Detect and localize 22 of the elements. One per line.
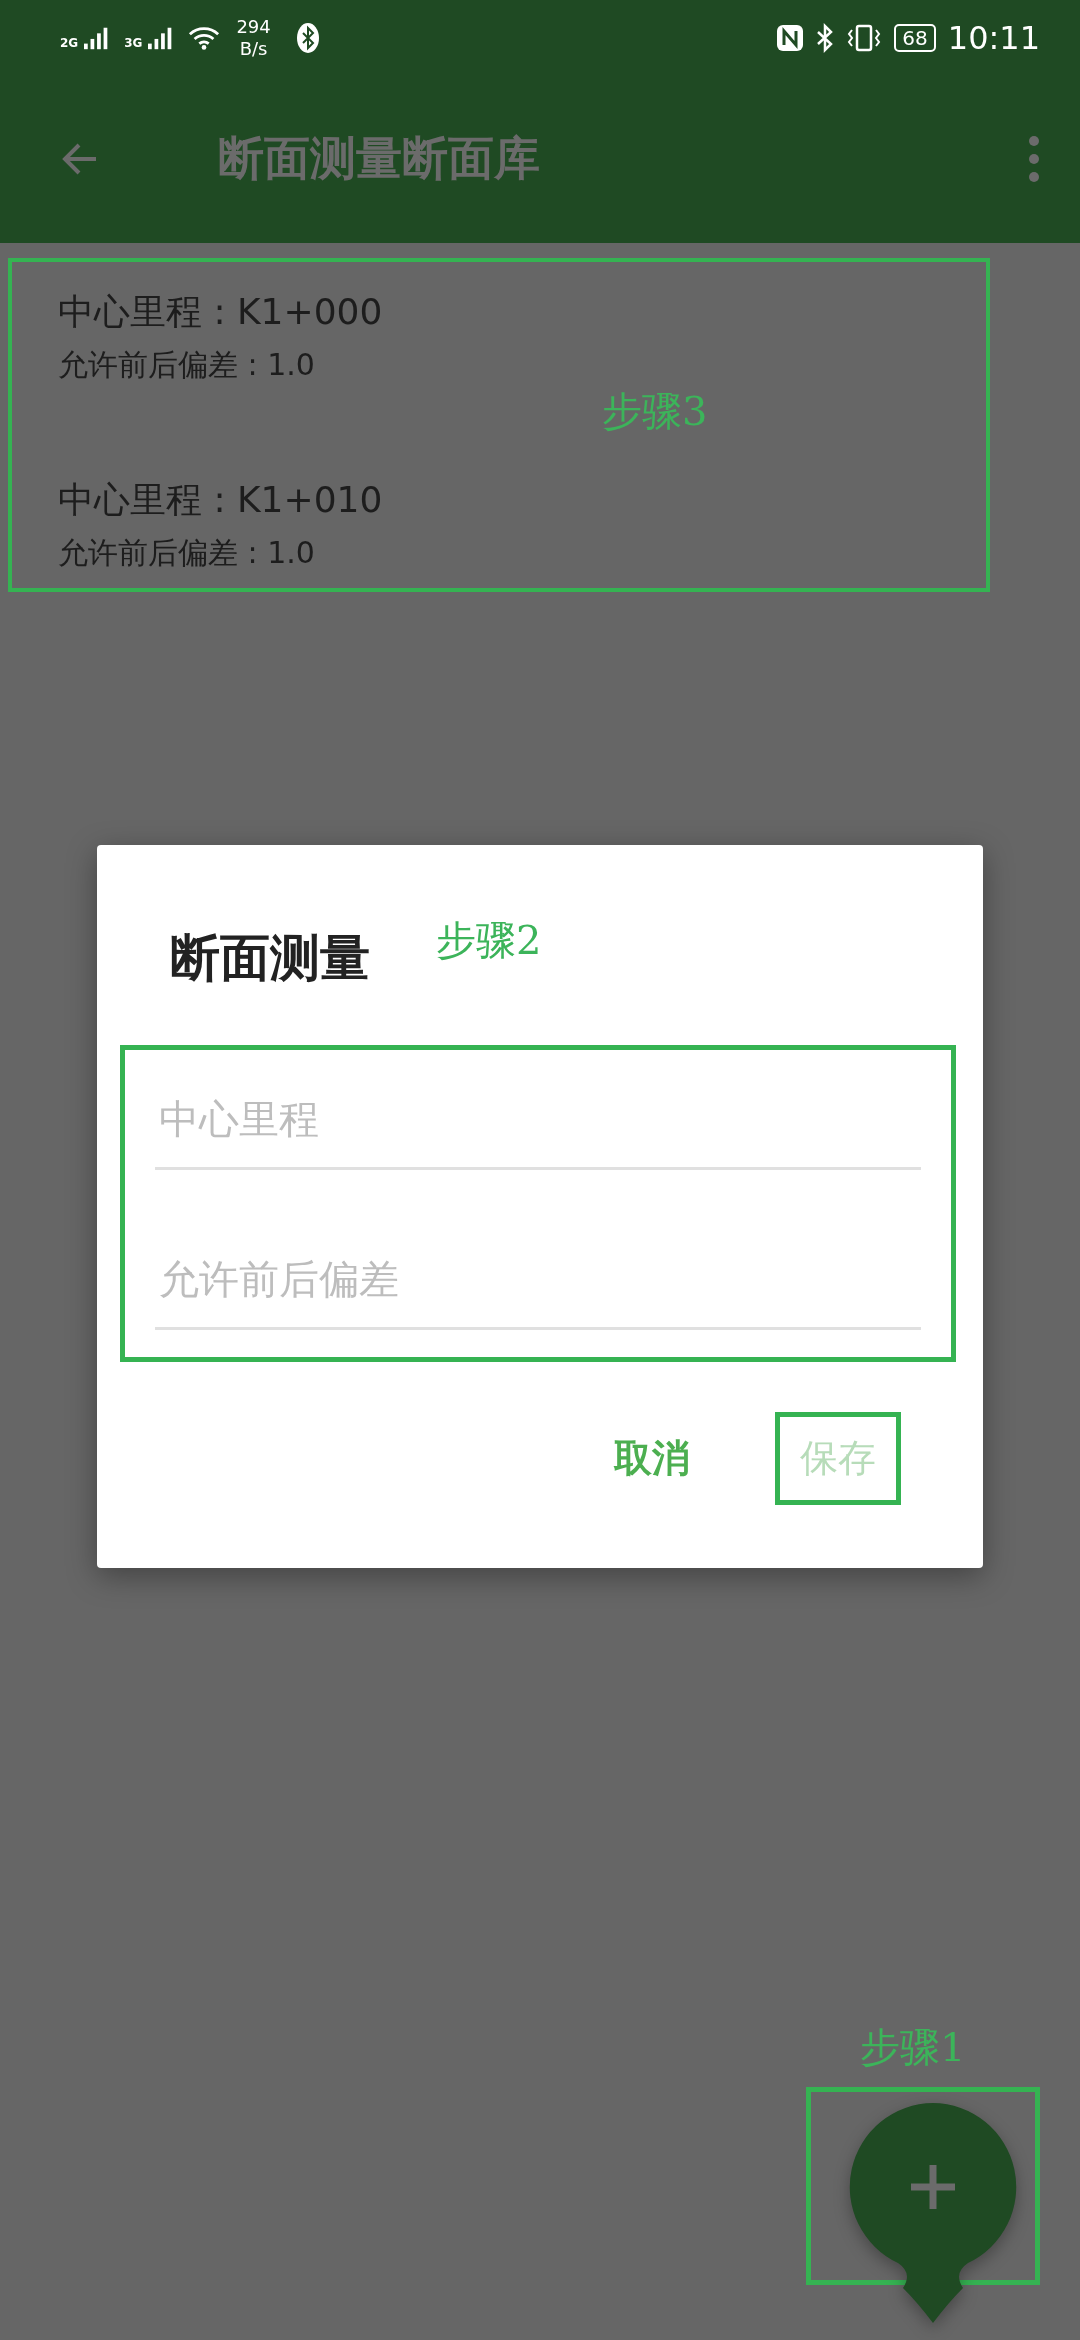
step-annotation: 步骤1 <box>860 2023 966 2072</box>
tolerance-text: 允许前后偏差 : 1.0 <box>58 534 316 572</box>
center-mileage[interactable]: 中心里程 : K1+000 <box>58 288 986 337</box>
network-type: 2G <box>60 35 79 50</box>
center-mileage[interactable]: 中心里程 : K1+010 <box>58 476 986 525</box>
battery-level: 68 <box>902 25 928 50</box>
bluetooth-icon <box>816 22 835 53</box>
network-speed: 294 <box>236 15 271 38</box>
bluetooth-icon <box>296 22 319 53</box>
tolerance-text: 允许前后偏差 : 1.0 <box>58 346 316 384</box>
network-type: 3G <box>124 35 143 50</box>
more-options-icon[interactable] <box>1028 135 1040 183</box>
step-annotation: 步骤2 <box>436 916 542 965</box>
network-speed-unit: B/s <box>239 37 268 60</box>
clock: 10:11 <box>947 18 1040 57</box>
page-title: 断面测量断面库 <box>218 130 541 187</box>
dialog-title: 断面测量 <box>170 928 370 989</box>
step-annotation: 步骤3 <box>602 387 708 436</box>
wifi-icon <box>188 24 221 51</box>
vibrate-icon <box>846 23 883 52</box>
dialog-button[interactable]: 取消 <box>589 1412 715 1505</box>
nfc-icon <box>776 23 805 52</box>
